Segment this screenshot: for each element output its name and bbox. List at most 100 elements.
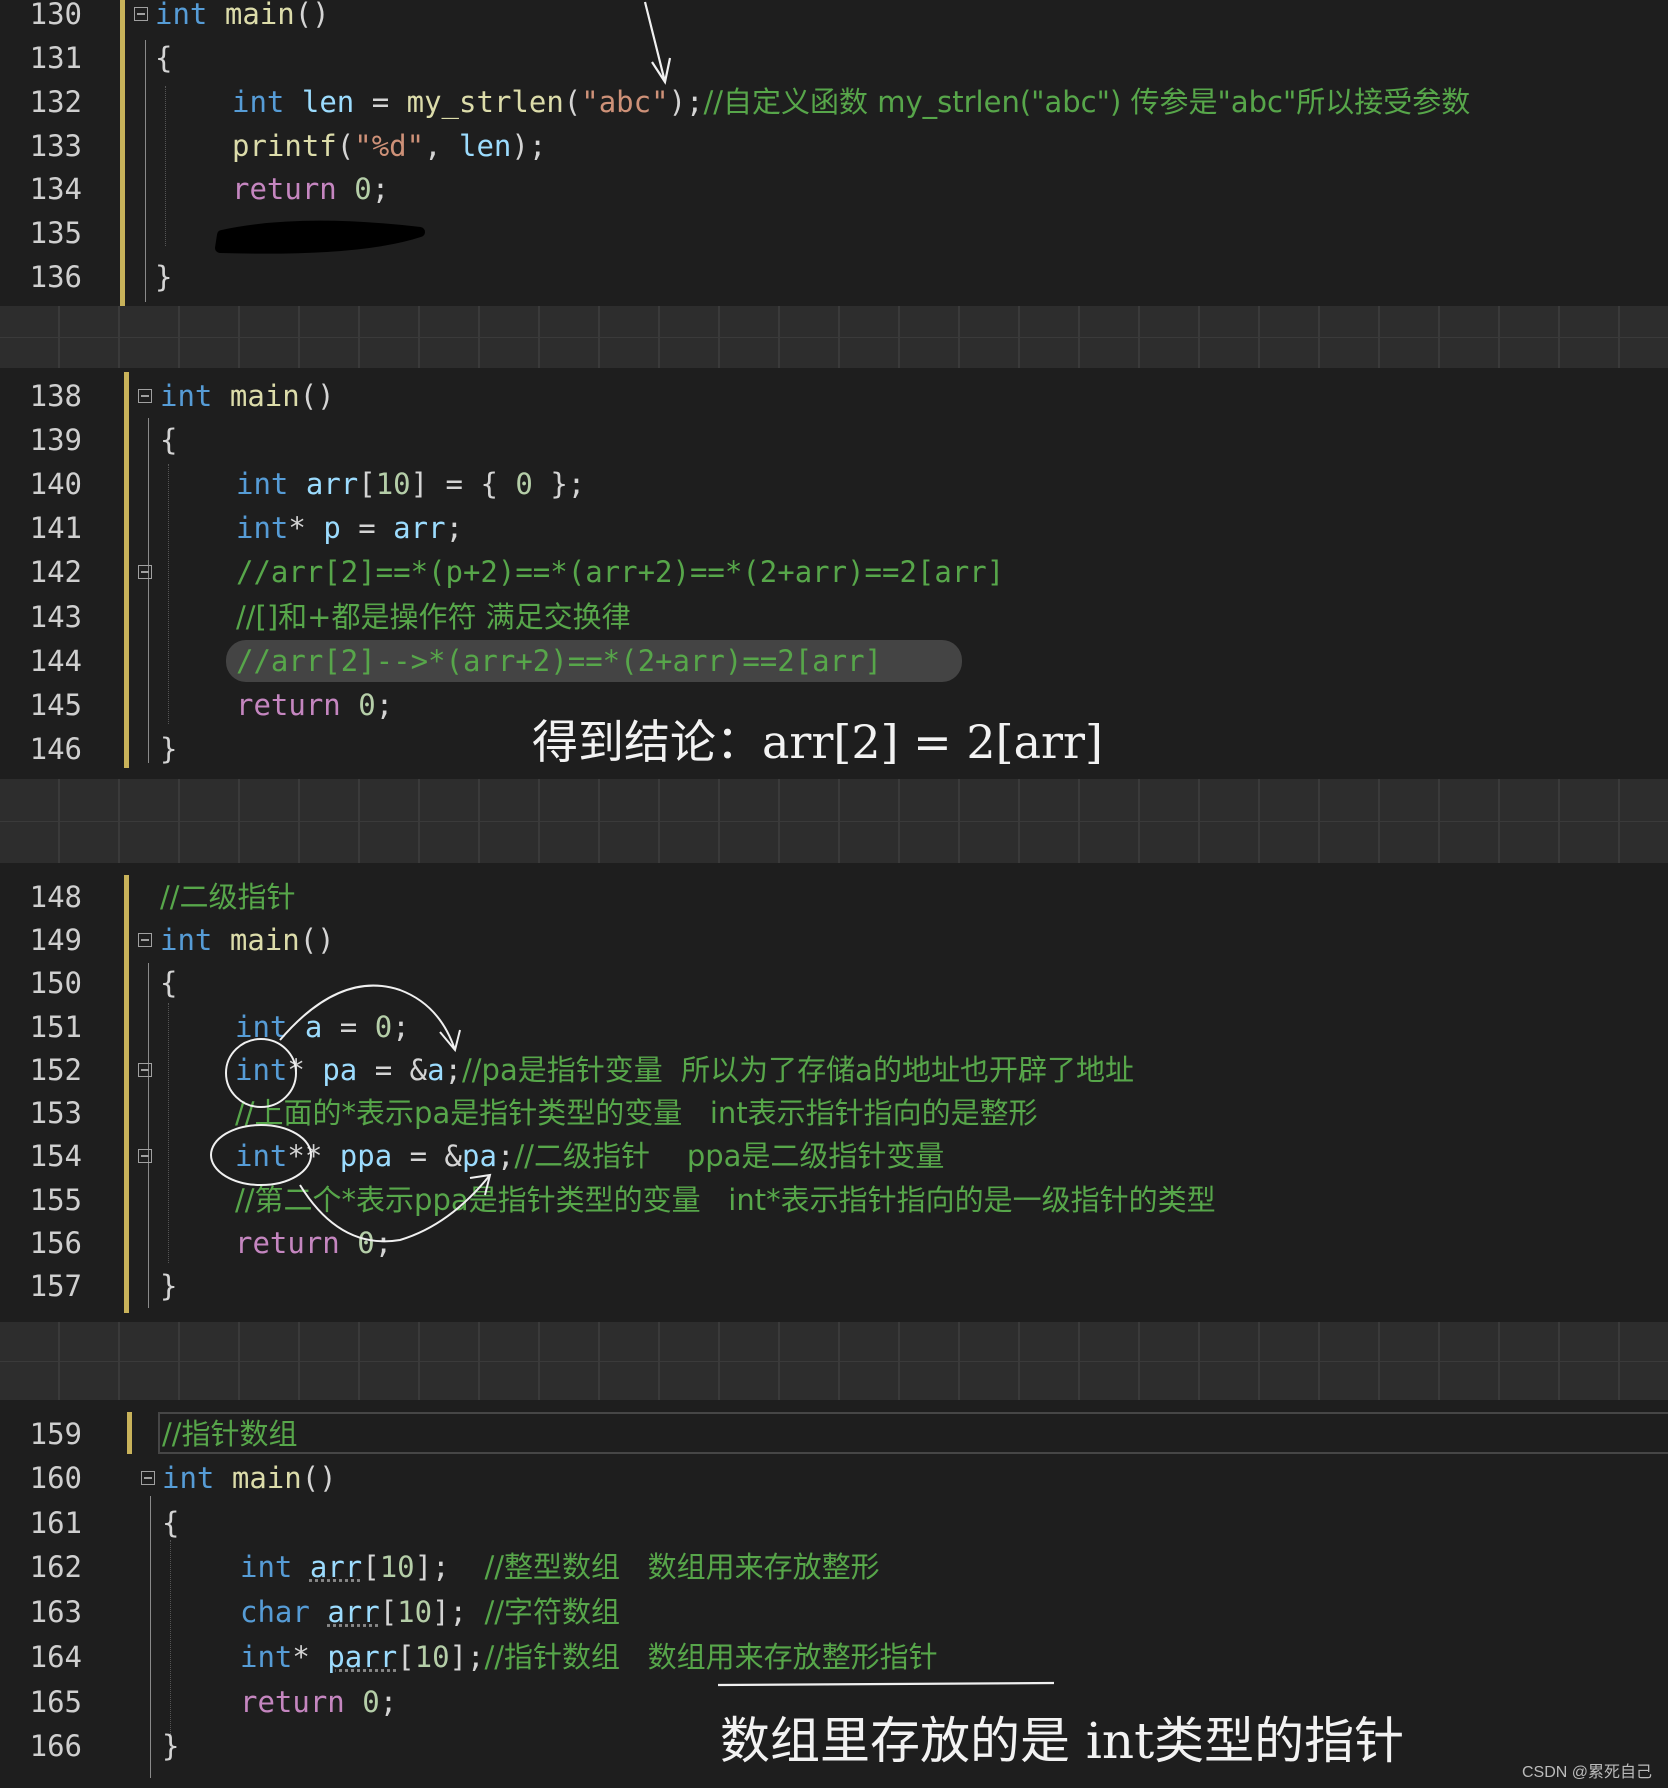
code-line[interactable]: 162 int arr[10]; //整型数组 数组用来存放整形 [0,1545,1668,1589]
code-line[interactable]: 166 } [0,1724,1668,1768]
code-text: int* pa = &a;//pa是指针变量 所以为了存储a的地址也开辟了地址 [235,1053,1134,1087]
code-line[interactable]: 163 char arr[10]; //字符数组 [0,1590,1668,1634]
line-number: 141 [29,511,82,545]
code-line[interactable]: 134 return 0; [0,167,1668,211]
collapse-icon[interactable] [141,1471,155,1485]
line-number: 159 [29,1417,82,1451]
code-text: } [160,1269,178,1303]
line-number: 149 [29,923,82,957]
code-line[interactable]: 136 } [0,255,1668,299]
line-number: 133 [29,129,82,163]
code-comment: //二级指针 ppa是二级指针变量 [514,1139,945,1173]
code-line[interactable]: 132 int len = my_strlen("abc");//自定义函数 m… [0,80,1668,124]
code-line[interactable]: 151 int a = 0; [0,1005,1668,1049]
code-comment: //第二个*表示ppa是指针类型的变量 int*表示指针指向的是一级指针的类型 [235,1183,1216,1217]
line-number: 139 [29,423,82,457]
code-line[interactable]: 133 printf("%d", len); [0,124,1668,168]
collapse-icon[interactable] [134,7,148,21]
code-text: int main() [160,923,335,957]
line-number: 153 [29,1096,82,1130]
line-number: 161 [29,1506,82,1540]
code-line[interactable]: 145 return 0; [0,683,1668,727]
line-number: 136 [29,260,82,294]
code-line[interactable]: 154 int** ppa = &pa;//二级指针 ppa是二级指针变量 [0,1134,1668,1178]
line-number: 162 [29,1550,82,1584]
code-comment: //指针数组 数组用来存放整形指针 [484,1640,938,1674]
code-text: { [160,966,178,1000]
watermark: CSDN @累死自己 [1521,1764,1652,1781]
code-text: } [160,732,178,766]
code-comment: //字符数组 [484,1595,621,1629]
collapse-icon[interactable] [138,933,152,947]
code-comment: //指针数组 [162,1417,298,1451]
code-line[interactable]: 160 int main() [0,1456,1668,1500]
code-line[interactable]: 155 //第二个*表示ppa是指针类型的变量 int*表示指针指向的是一级指针… [0,1178,1668,1222]
line-number: 144 [29,644,82,678]
code-text: int arr[10] = { 0 }; [236,467,586,501]
code-comment: //自定义函数 my_strlen("abc") 传参是"abc"所以接受参数 [703,85,1471,119]
code-line[interactable]: 148 //二级指针 [0,875,1668,919]
code-line[interactable]: 157 } [0,1264,1668,1308]
code-line[interactable]: 144 //arr[2]-->*(arr+2)==*(2+arr)==2[arr… [0,639,1668,683]
line-number: 131 [29,41,82,75]
line-number: 157 [29,1269,82,1303]
code-line[interactable]: 135 [0,211,1668,255]
code-text: return 0; [232,172,390,206]
code-text: return 0; [240,1685,398,1719]
code-text: int** ppa = &pa;//二级指针 ppa是二级指针变量 [235,1139,945,1173]
code-line[interactable]: 164 int* parr[10];//指针数组 数组用来存放整形指针 [0,1635,1668,1679]
code-line[interactable]: 140 int arr[10] = { 0 }; [0,462,1668,506]
code-text: { [162,1506,180,1540]
line-number: 163 [29,1595,82,1629]
code-text: int main() [160,379,335,413]
code-text: return 0; [236,688,394,722]
code-text: int a = 0; [235,1010,410,1044]
line-number: 142 [29,555,82,589]
code-text: char arr[10]; //字符数组 [240,1595,621,1629]
line-number: 145 [29,688,82,722]
code-comment: //pa是指针变量 所以为了存储a的地址也开辟了地址 [462,1053,1134,1087]
collapse-icon[interactable] [138,1149,152,1163]
code-line[interactable]: 152 int* pa = &a;//pa是指针变量 所以为了存储a的地址也开辟… [0,1048,1668,1092]
line-number: 143 [29,600,82,634]
panel-separator [0,1322,1668,1400]
code-comment: //arr[2]-->*(arr+2)==*(2+arr)==2[arr] [236,644,883,678]
line-number: 152 [29,1053,82,1087]
code-line[interactable]: 150 { [0,961,1668,1005]
code-text: int main() [155,0,330,31]
code-line[interactable]: 161 { [0,1501,1668,1545]
line-number: 135 [29,216,82,250]
code-text: { [160,423,178,457]
code-line[interactable]: 130 int main() [0,0,1668,36]
line-number: 148 [29,880,82,914]
code-line[interactable]: 141 int* p = arr; [0,506,1668,550]
line-number: 151 [29,1010,82,1044]
line-number: 140 [29,467,82,501]
code-line[interactable]: 156 return 0; [0,1221,1668,1265]
collapse-icon[interactable] [138,565,152,579]
code-line[interactable]: 165 return 0; [0,1680,1668,1724]
code-line[interactable]: 131 { [0,36,1668,80]
collapse-icon[interactable] [138,389,152,403]
line-number: 132 [29,85,82,119]
code-panel-3: 148 //二级指针 149 int main() 150 { 151 int … [0,863,1668,1322]
code-line[interactable]: 142 //arr[2]==*(p+2)==*(arr+2)==*(2+arr)… [0,550,1668,594]
code-line[interactable]: 139 { [0,418,1668,462]
line-number: 164 [29,1640,82,1674]
code-comment: //[]和+都是操作符 满足交换律 [236,600,631,634]
line-number: 155 [29,1183,82,1217]
code-line[interactable]: 159 //指针数组 [0,1412,1668,1456]
line-number: 130 [29,0,82,31]
code-panel-4: 159 //指针数组 160 int main() 161 { 162 int … [0,1400,1668,1788]
line-number: 146 [29,732,82,766]
collapse-icon[interactable] [138,1063,152,1077]
code-line[interactable]: 153 //上面的*表示pa是指针类型的变量 int表示指针指向的是整形 [0,1091,1668,1135]
panel-separator [0,306,1668,368]
code-line[interactable]: 143 //[]和+都是操作符 满足交换律 [0,595,1668,639]
line-number: 154 [29,1139,82,1173]
line-number: 134 [29,172,82,206]
code-line[interactable]: 138 int main() [0,374,1668,418]
code-line[interactable]: 146 } [0,727,1668,771]
code-line[interactable]: 149 int main() [0,918,1668,962]
code-text: return 0; [235,1226,393,1260]
